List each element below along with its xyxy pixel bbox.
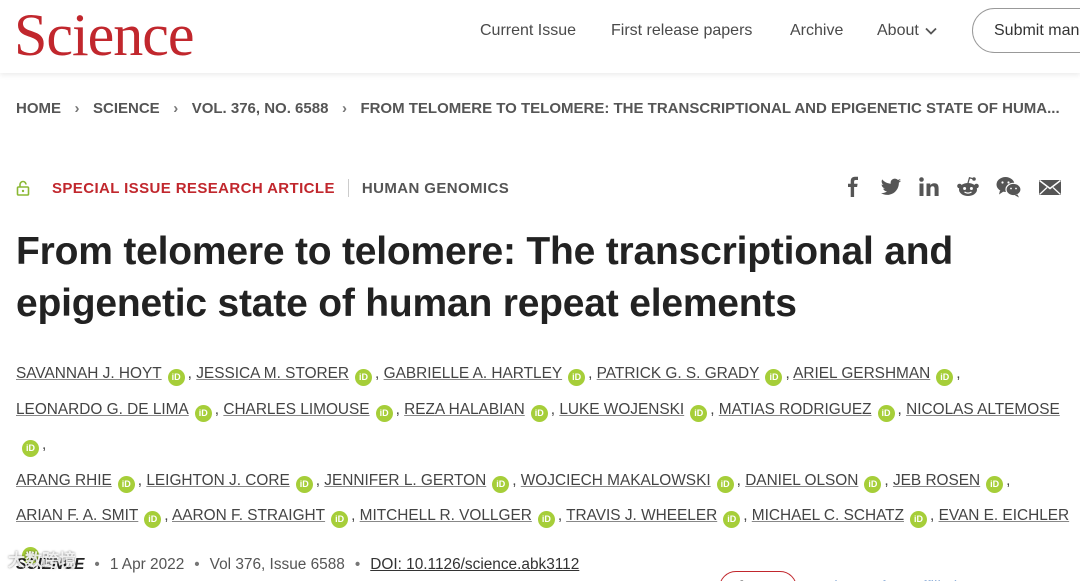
email-icon[interactable]: [1038, 176, 1062, 198]
author-link[interactable]: NICOLAS ALTEMOSE: [906, 401, 1060, 418]
author-link[interactable]: SAVANNAH J. HOYT: [16, 365, 162, 382]
share-bar: [842, 176, 1078, 198]
orcid-icon[interactable]: iD: [355, 369, 373, 386]
orcid-icon[interactable]: iD: [910, 511, 927, 529]
article-title: From telomere to telomere: The transcrip…: [16, 230, 954, 325]
author-link[interactable]: PATRICK G. S. GRADY: [597, 365, 760, 382]
author-link[interactable]: CHARLES LIMOUSE: [223, 401, 369, 418]
submit-manuscript-button[interactable]: Submit manuscript: [972, 8, 1080, 53]
author-link[interactable]: ARANG RHIE: [16, 472, 112, 489]
author-link[interactable]: ARIEL GERSHMAN: [793, 365, 930, 382]
article-meta: SPECIAL ISSUE RESEARCH ARTICLE HUMAN GEN…: [16, 177, 509, 199]
orcid-icon[interactable]: iD: [331, 511, 349, 529]
reddit-icon[interactable]: [956, 176, 980, 198]
nav-about-label: About: [877, 22, 919, 39]
author-link[interactable]: AARON F. STRAIGHT: [172, 507, 325, 524]
nav-current-issue[interactable]: Current Issue: [480, 18, 576, 44]
orcid-icon[interactable]: iD: [117, 475, 135, 493]
orcid-icon[interactable]: iD: [144, 511, 162, 529]
orcid-icon[interactable]: iD: [690, 404, 708, 422]
nav-first-release[interactable]: First release papers: [611, 18, 752, 44]
orcid-icon[interactable]: iD: [716, 475, 734, 493]
chevron-down-icon: [925, 27, 937, 35]
orcid-icon[interactable]: iD: [864, 475, 882, 493]
author-link[interactable]: MICHAEL C. SCHATZ: [752, 507, 904, 524]
orcid-icon[interactable]: iD: [530, 404, 548, 422]
chevron-right-icon: ›: [341, 99, 347, 117]
author-link[interactable]: DANIEL OLSON: [745, 472, 858, 489]
author-link[interactable]: EVAN E. EICHLER: [939, 507, 1070, 524]
author-link[interactable]: JEB ROSEN: [893, 472, 980, 489]
separator-dot: •: [194, 556, 200, 573]
article-topic[interactable]: HUMAN GENOMICS: [362, 180, 509, 197]
author-link[interactable]: GABRIELLE A. HARTLEY: [384, 365, 563, 382]
orcid-icon[interactable]: iD: [568, 369, 586, 386]
science-logo[interactable]: Science: [14, 2, 195, 68]
wechat-icon[interactable]: [996, 176, 1022, 198]
author-link[interactable]: JENNIFER L. GERTON: [324, 472, 486, 489]
author-link[interactable]: LUKE WOJENSKI: [559, 401, 684, 418]
breadcrumb-volume[interactable]: VOL. 376, NO. 6588: [192, 100, 329, 117]
author-link[interactable]: LEIGHTON J. CORE: [146, 472, 289, 489]
chevron-right-icon: ›: [74, 99, 80, 117]
breadcrumb-current: FROM TELOMERE TO TELOMERE: THE TRANSCRIP…: [360, 99, 1060, 117]
orcid-icon[interactable]: iD: [375, 404, 393, 422]
author-link[interactable]: MITCHELL R. VOLLGER: [360, 507, 532, 524]
watermark: 大数跨境: [8, 551, 76, 570]
author-link[interactable]: MATIAS RODRIGUEZ: [719, 401, 872, 418]
breadcrumb-home[interactable]: HOME: [16, 100, 61, 117]
orcid-icon[interactable]: iD: [765, 369, 783, 386]
nav-archive[interactable]: Archive: [790, 18, 843, 44]
orcid-icon[interactable]: iD: [877, 404, 895, 422]
orcid-icon[interactable]: iD: [295, 475, 313, 493]
linkedin-icon[interactable]: [918, 176, 940, 198]
author-list: SAVANNAH J. HOYT iD, JESSICA M. STORER iD,…: [16, 356, 1076, 581]
nav-about[interactable]: About: [877, 18, 939, 44]
publication-date: 1 Apr 2022: [109, 556, 185, 573]
orcid-icon[interactable]: iD: [537, 511, 555, 529]
site-header: Science Current Issue First release pape…: [0, 0, 1080, 73]
orcid-icon[interactable]: iD: [167, 369, 185, 386]
facebook-icon[interactable]: [842, 176, 864, 198]
separator-dot: •: [354, 556, 361, 573]
orcid-icon[interactable]: iD: [22, 440, 39, 458]
volume-issue[interactable]: Vol 376, Issue 6588: [210, 556, 345, 574]
publication-info: SCIENCE • 1 Apr 2022 • Vol 376, Issue 65…: [16, 556, 579, 574]
author-link[interactable]: REZA HALABIAN: [404, 401, 525, 418]
divider: [347, 179, 349, 197]
article-type: SPECIAL ISSUE RESEARCH ARTICLE: [52, 179, 335, 197]
fewer-button[interactable]: fewer: [719, 570, 798, 581]
author-link[interactable]: LEONARDO G. DE LIMA: [16, 401, 189, 418]
author-link[interactable]: TRAVIS J. WHEELER: [566, 507, 717, 524]
doi-link[interactable]: DOI: 10.1126/science.abk3112: [370, 556, 579, 574]
author-link[interactable]: WOJCIECH MAKALOWSKI: [521, 472, 711, 489]
author-link[interactable]: JESSICA M. STORER: [196, 365, 349, 382]
orcid-icon[interactable]: iD: [986, 475, 1004, 493]
chevron-right-icon: ›: [173, 99, 179, 117]
orcid-icon[interactable]: iD: [492, 475, 510, 493]
orcid-icon[interactable]: iD: [936, 369, 954, 386]
orcid-icon[interactable]: iD: [723, 511, 741, 529]
author-link[interactable]: ARIAN F. A. SMIT: [16, 507, 138, 524]
orcid-icon[interactable]: iD: [194, 404, 212, 422]
lock-icon: [16, 180, 30, 196]
breadcrumb: HOME › SCIENCE › VOL. 376, NO. 6588 › FR…: [16, 97, 1080, 119]
separator-dot: •: [94, 556, 100, 573]
twitter-icon[interactable]: [880, 176, 902, 198]
breadcrumb-science[interactable]: SCIENCE: [93, 100, 160, 117]
